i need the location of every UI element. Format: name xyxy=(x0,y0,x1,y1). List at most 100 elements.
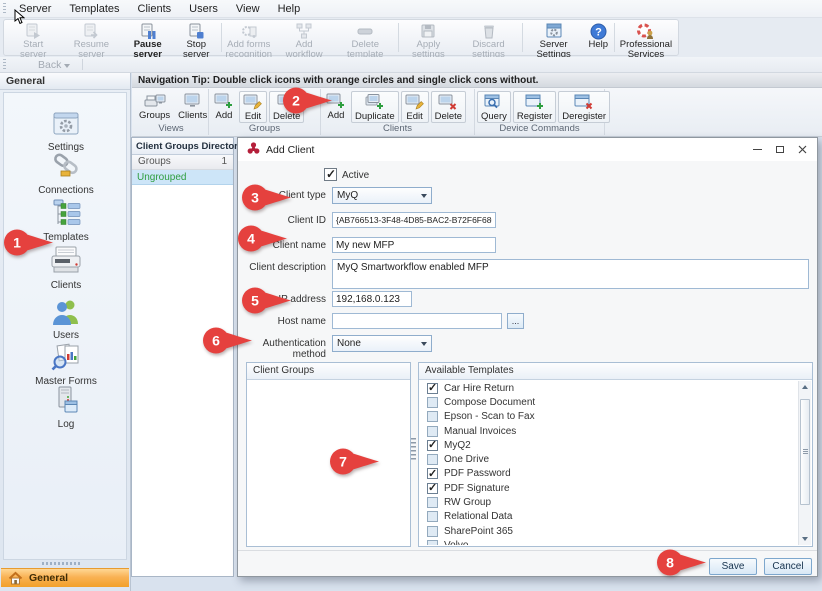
template-item[interactable]: Compose Document xyxy=(420,395,798,409)
template-checkbox[interactable] xyxy=(427,383,438,394)
template-item[interactable]: One Drive xyxy=(420,452,798,466)
template-label: PDF Signature xyxy=(444,483,510,494)
pause-server-button[interactable]: Pause server xyxy=(122,21,172,54)
groups-column-header[interactable]: Groups 1 xyxy=(132,155,233,170)
register-button[interactable]: Register xyxy=(513,91,556,123)
scroll-down-icon[interactable] xyxy=(799,533,811,545)
dialog-titlebar[interactable]: Add Client xyxy=(238,138,817,161)
client-groups-panel-title: Client Groups xyxy=(247,363,410,380)
menu-clients[interactable]: Clients xyxy=(129,1,181,17)
annotation-8: 8 xyxy=(657,549,707,576)
template-checkbox[interactable] xyxy=(427,468,438,479)
clients-edit-button[interactable]: Edit xyxy=(401,91,429,123)
add-forms-recognition-button[interactable]: Add forms recognition xyxy=(223,21,275,54)
available-templates-panel: Available Templates Car Hire Return Comp… xyxy=(418,362,813,547)
save-button[interactable]: Save xyxy=(709,558,757,575)
templates-scrollbar[interactable] xyxy=(798,381,811,545)
toolbar-grip[interactable] xyxy=(3,59,6,71)
menu-help[interactable]: Help xyxy=(269,1,310,17)
sidebar-item-master-forms[interactable]: Master Forms xyxy=(4,343,128,387)
template-item[interactable]: SharePoint 365 xyxy=(420,524,798,538)
sidebar: General Settings Connections Templates C… xyxy=(0,73,131,591)
template-checkbox[interactable] xyxy=(427,497,438,508)
active-checkbox[interactable] xyxy=(324,168,337,181)
minimize-button[interactable] xyxy=(749,142,765,156)
template-item[interactable]: PDF Password xyxy=(420,467,798,481)
annotation-6: 6 xyxy=(203,327,253,354)
add-workflow-button[interactable]: Add workflow xyxy=(275,21,333,54)
delete-template-button[interactable]: Delete template xyxy=(333,21,397,54)
sidebar-item-settings[interactable]: Settings xyxy=(4,111,128,153)
back-button[interactable]: Back xyxy=(30,59,78,71)
add-workflow-icon xyxy=(295,23,313,40)
template-checkbox[interactable] xyxy=(427,426,438,437)
close-icon[interactable] xyxy=(794,142,810,156)
template-checkbox[interactable] xyxy=(427,454,438,465)
query-button[interactable]: Query xyxy=(477,91,511,123)
sidebar-item-label: Clients xyxy=(4,280,128,291)
client-type-dropdown[interactable]: MyQ xyxy=(332,187,432,204)
host-name-input[interactable] xyxy=(332,313,502,329)
template-checkbox[interactable] xyxy=(427,526,438,537)
main-toolbar: Start server Resume server Pause server … xyxy=(3,19,679,56)
client-description-input[interactable]: MyQ Smartworkflow enabled MFP xyxy=(332,259,809,289)
client-type-value: MyQ xyxy=(337,190,358,201)
deregister-button[interactable]: Deregister xyxy=(558,91,610,123)
ip-address-input[interactable] xyxy=(332,291,412,307)
menu-templates[interactable]: Templates xyxy=(60,1,128,17)
template-item[interactable]: RW Group xyxy=(420,495,798,509)
scrollbar-thumb[interactable] xyxy=(800,399,810,505)
template-item[interactable]: Volvo xyxy=(420,538,798,545)
template-item[interactable]: PDF Signature xyxy=(420,481,798,495)
panel-splitter[interactable] xyxy=(411,438,416,460)
template-checkbox[interactable] xyxy=(427,411,438,422)
scroll-up-icon[interactable] xyxy=(799,381,811,393)
template-checkbox[interactable] xyxy=(427,440,438,451)
stop-server-button[interactable]: Stop server xyxy=(173,21,220,54)
template-checkbox[interactable] xyxy=(427,397,438,408)
svg-text:6: 6 xyxy=(212,333,220,349)
cancel-button[interactable]: Cancel xyxy=(764,558,812,575)
groups-add-label: Add xyxy=(216,110,233,121)
apply-settings-button[interactable]: Apply settings xyxy=(400,21,456,54)
sidebar-item-log[interactable]: Log xyxy=(4,386,128,430)
host-name-browse-button[interactable]: ... xyxy=(507,313,524,329)
template-label: Epson - Scan to Fax xyxy=(444,411,535,422)
server-settings-button[interactable]: Server Settings xyxy=(524,21,584,54)
log-icon xyxy=(4,386,128,418)
template-checkbox[interactable] xyxy=(427,540,438,545)
template-item[interactable]: Relational Data xyxy=(420,510,798,524)
template-item[interactable]: Epson - Scan to Fax xyxy=(420,410,798,424)
sidebar-item-users[interactable]: Users xyxy=(4,297,128,341)
template-checkbox[interactable] xyxy=(427,511,438,522)
sidebar-item-connections[interactable]: Connections xyxy=(4,153,128,196)
sidebar-splitter[interactable] xyxy=(42,562,82,565)
menu-view[interactable]: View xyxy=(227,1,269,17)
authentication-method-dropdown[interactable]: None xyxy=(332,335,432,352)
sidebar-footer-general[interactable]: General xyxy=(1,568,129,587)
annotation-2: 2 xyxy=(283,87,333,114)
professional-services-button[interactable]: Professional Services xyxy=(616,21,676,54)
clients-delete-button[interactable]: Delete xyxy=(431,91,466,123)
toolbar-grip[interactable] xyxy=(3,3,6,15)
discard-settings-button[interactable]: Discard settings xyxy=(457,21,521,54)
client-id-input[interactable] xyxy=(332,212,496,228)
group-row-ungrouped[interactable]: Ungrouped xyxy=(132,170,233,185)
maximize-button[interactable] xyxy=(772,142,788,156)
navigation-tip: Navigation Tip: Double click icons with … xyxy=(132,73,822,88)
resume-server-button[interactable]: Resume server xyxy=(60,21,122,54)
home-icon xyxy=(8,571,23,585)
views-clients-button[interactable]: Clients xyxy=(175,91,210,121)
groups-edit-button[interactable]: Edit xyxy=(239,91,267,123)
clients-duplicate-button[interactable]: Duplicate xyxy=(351,91,399,123)
groups-add-button[interactable]: Add xyxy=(211,91,237,123)
template-checkbox[interactable] xyxy=(427,483,438,494)
menu-users[interactable]: Users xyxy=(180,1,227,17)
client-name-input[interactable] xyxy=(332,237,496,253)
template-item[interactable]: Manual Invoices xyxy=(420,424,798,438)
help-button[interactable]: ? Help xyxy=(584,21,613,54)
template-item[interactable]: Car Hire Return xyxy=(420,381,798,395)
add-client-dialog: Add Client Active Client type MyQ Client… xyxy=(237,137,818,577)
views-groups-button[interactable]: Groups xyxy=(136,91,173,121)
template-item[interactable]: MyQ2 xyxy=(420,438,798,452)
